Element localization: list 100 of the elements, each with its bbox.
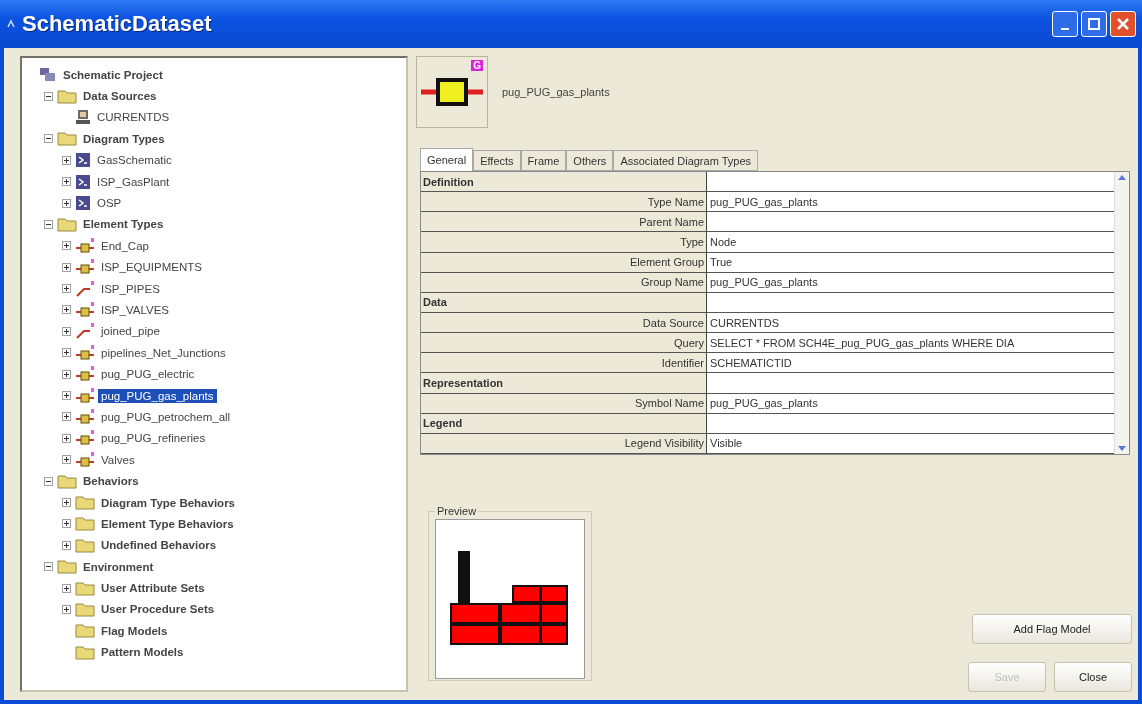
expand-toggle[interactable] — [62, 455, 71, 465]
diagram-icon — [75, 173, 91, 190]
tree-item[interactable]: pug_PUG_electric — [98, 367, 198, 382]
folder-icon — [75, 623, 95, 639]
property-value[interactable]: Node — [707, 232, 1114, 252]
node-icon — [75, 237, 95, 254]
tree-item[interactable]: Behaviors — [80, 474, 142, 489]
section-header: Data — [421, 292, 707, 312]
tab[interactable]: Frame — [520, 150, 567, 171]
tree-item[interactable]: End_Cap — [98, 238, 152, 253]
property-value[interactable]: pug_PUG_gas_plants — [707, 192, 1114, 212]
folder-icon — [57, 131, 77, 147]
collapse-toggle[interactable] — [44, 562, 53, 572]
expand-toggle[interactable] — [62, 198, 71, 208]
tree-item[interactable]: CURRENTDS — [94, 110, 173, 125]
tree-item[interactable]: OSP — [94, 196, 125, 211]
tree-item[interactable]: ISP_PIPES — [98, 281, 163, 296]
tree-item[interactable]: User Procedure Sets — [98, 602, 218, 617]
property-value[interactable]: True — [707, 252, 1114, 272]
tab[interactable]: Associated Diagram Types — [613, 150, 758, 171]
collapse-toggle[interactable] — [44, 91, 53, 101]
property-label: Element Group — [421, 252, 707, 272]
tree-item[interactable]: Element Types — [80, 217, 167, 232]
tree-item[interactable]: Diagram Types — [80, 131, 168, 146]
tree-item[interactable]: pipelines_Net_Junctions — [98, 345, 229, 360]
expand-toggle[interactable] — [62, 412, 71, 422]
property-label: Symbol Name — [421, 393, 707, 413]
tree-item[interactable]: GasSchematic — [94, 153, 175, 168]
collapse-toggle[interactable] — [44, 134, 53, 144]
minimize-button[interactable] — [1052, 11, 1078, 37]
maximize-button[interactable] — [1081, 11, 1107, 37]
folder-icon — [57, 473, 77, 489]
project-icon — [39, 66, 57, 83]
expand-toggle[interactable] — [62, 155, 71, 165]
property-value[interactable]: CURRENTDS — [707, 313, 1114, 333]
tree-item[interactable]: joined_pipe — [98, 324, 163, 339]
tab[interactable]: Effects — [473, 150, 521, 171]
property-label: Parent Name — [421, 212, 707, 232]
expand-toggle[interactable] — [62, 604, 71, 614]
property-value[interactable]: Visible — [707, 433, 1114, 453]
property-value[interactable]: pug_PUG_gas_plants — [707, 393, 1114, 413]
tab[interactable]: Others — [566, 150, 614, 171]
folder-icon — [57, 88, 77, 104]
tree-item[interactable]: Pattern Models — [98, 645, 187, 660]
node-icon — [75, 302, 95, 318]
folder-icon — [75, 601, 95, 617]
property-value[interactable]: pug_PUG_gas_plants — [707, 272, 1114, 292]
tree-item[interactable]: ISP_EQUIPMENTS — [98, 260, 205, 275]
expand-toggle[interactable] — [62, 241, 71, 251]
expand-toggle[interactable] — [62, 433, 71, 443]
expand-toggle[interactable] — [62, 540, 71, 550]
expand-toggle[interactable] — [62, 391, 71, 401]
scrollbar[interactable] — [1114, 172, 1129, 454]
expand-toggle[interactable] — [62, 519, 71, 529]
tree-item[interactable]: Schematic Project — [60, 67, 166, 82]
tree-item[interactable]: Element Type Behaviors — [98, 516, 237, 531]
expand-toggle[interactable] — [62, 326, 71, 336]
dialog-button[interactable]: Close — [1054, 662, 1132, 692]
database-icon — [75, 109, 91, 126]
section-header: Definition — [421, 172, 707, 192]
tree-item[interactable]: Flag Models — [98, 623, 171, 638]
group-badge: G — [471, 60, 483, 71]
property-label: Group Name — [421, 272, 707, 292]
collapse-toggle[interactable] — [44, 476, 53, 486]
tree-item[interactable]: Diagram Type Behaviors — [98, 495, 238, 510]
expand-toggle[interactable] — [62, 498, 71, 507]
expand-toggle[interactable] — [62, 305, 71, 315]
property-label: Identifier — [421, 353, 707, 373]
tree-item[interactable]: Environment — [80, 559, 157, 574]
folder-icon — [57, 216, 77, 232]
folder-icon — [75, 644, 95, 660]
tree-item[interactable]: Valves — [98, 452, 138, 467]
link-icon — [75, 323, 95, 340]
expand-toggle[interactable] — [62, 262, 71, 272]
property-value[interactable]: SELECT * FROM SCH4E_pug_PUG_gas_plants WHERE DIA — [707, 333, 1114, 353]
diagram-icon — [75, 152, 91, 169]
maximize-icon — [1087, 17, 1101, 31]
node-icon — [75, 259, 95, 276]
expand-toggle[interactable] — [62, 177, 71, 187]
tree-item[interactable]: User Attribute Sets — [98, 581, 208, 596]
tree-item[interactable]: Undefined Behaviors — [98, 538, 220, 553]
close-button[interactable] — [1110, 11, 1136, 37]
tree-item[interactable]: ISP_GasPlant — [94, 174, 173, 189]
add-flag-model-button[interactable]: Add Flag Model — [972, 614, 1132, 644]
property-label: Legend Visibility — [421, 433, 707, 453]
tree-item[interactable]: Data Sources — [80, 89, 160, 104]
scroll-up-icon — [1118, 174, 1126, 180]
expand-toggle[interactable] — [62, 284, 71, 294]
tree-item[interactable]: pug_PUG_petrochem_all — [98, 409, 234, 424]
tree-item[interactable]: pug_PUG_refineries — [98, 431, 209, 446]
expand-toggle[interactable] — [62, 583, 71, 593]
tree-item[interactable]: ISP_VALVES — [98, 303, 172, 317]
expand-toggle[interactable] — [62, 348, 71, 358]
tree-item[interactable]: pug_PUG_gas_plants — [98, 388, 217, 403]
tab[interactable]: General — [420, 148, 474, 171]
property-value[interactable]: SCHEMATICTID — [707, 353, 1114, 373]
preview-title: Preview — [436, 505, 478, 517]
property-label: Type — [421, 232, 707, 252]
expand-toggle[interactable] — [62, 369, 71, 379]
collapse-toggle[interactable] — [44, 219, 53, 229]
